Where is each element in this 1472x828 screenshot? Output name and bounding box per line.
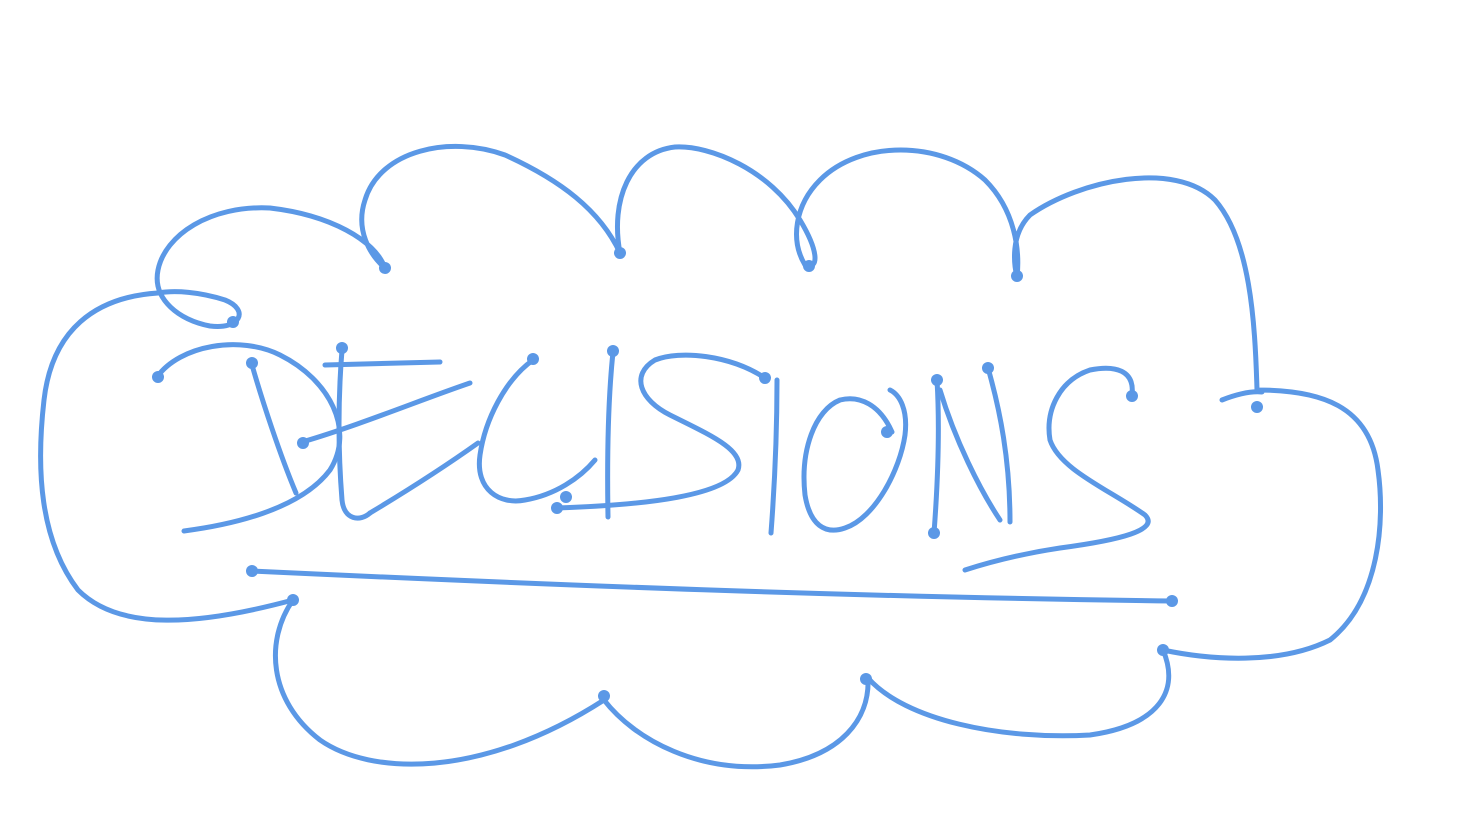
word-underline [249,568,1176,604]
pen-dot [1251,401,1263,413]
pen-dot [860,673,872,685]
letter-n-right-stem [985,365,1013,525]
letter-e-top-bar [322,359,443,368]
pen-dot [527,353,539,365]
letter-s-last [962,365,1151,573]
whiteboard-canvas-page: { "sketch": { "word": "DECISIONS", "ink_… [0,0,1472,828]
letter-e-bottom-bar [367,440,481,516]
pen-dot [227,316,239,328]
pen-dot [379,262,391,274]
pen-dot [614,247,626,259]
pen-dot [246,357,258,369]
pen-dot [1157,644,1169,656]
pen-dot [560,491,572,503]
pen-dot [551,502,563,514]
pen-dot [1011,270,1023,282]
pen-dot [336,342,348,354]
pen-dot [881,426,893,438]
pen-dots [152,247,1263,702]
pen-dot [982,362,994,374]
letter-i [605,349,616,520]
letter-e-spine [336,347,373,521]
hand-drawn-sketch [38,143,1384,770]
letter-i-second [768,377,780,536]
pen-dot [607,345,619,357]
pen-dot [1166,595,1178,607]
letter-c [476,357,598,504]
pen-dot [803,260,815,272]
cloud-outline [38,143,1384,770]
pen-dot [1126,390,1138,402]
pen-dot [297,437,309,449]
letter-s-first [553,352,768,511]
letter-n-diagonal [937,387,1003,523]
pen-dot [287,594,299,606]
pen-dot [931,374,943,386]
pen-dot [928,527,940,539]
pen-dot [152,371,164,383]
ink-tick-right [1219,389,1265,403]
letter-n-left-stem [931,377,941,536]
pen-dot [759,372,771,384]
pen-dot [598,690,610,702]
letter-d-stem [249,362,299,496]
letter-o [801,387,909,533]
pen-dot [246,565,258,577]
drawing-canvas[interactable] [0,0,1472,828]
